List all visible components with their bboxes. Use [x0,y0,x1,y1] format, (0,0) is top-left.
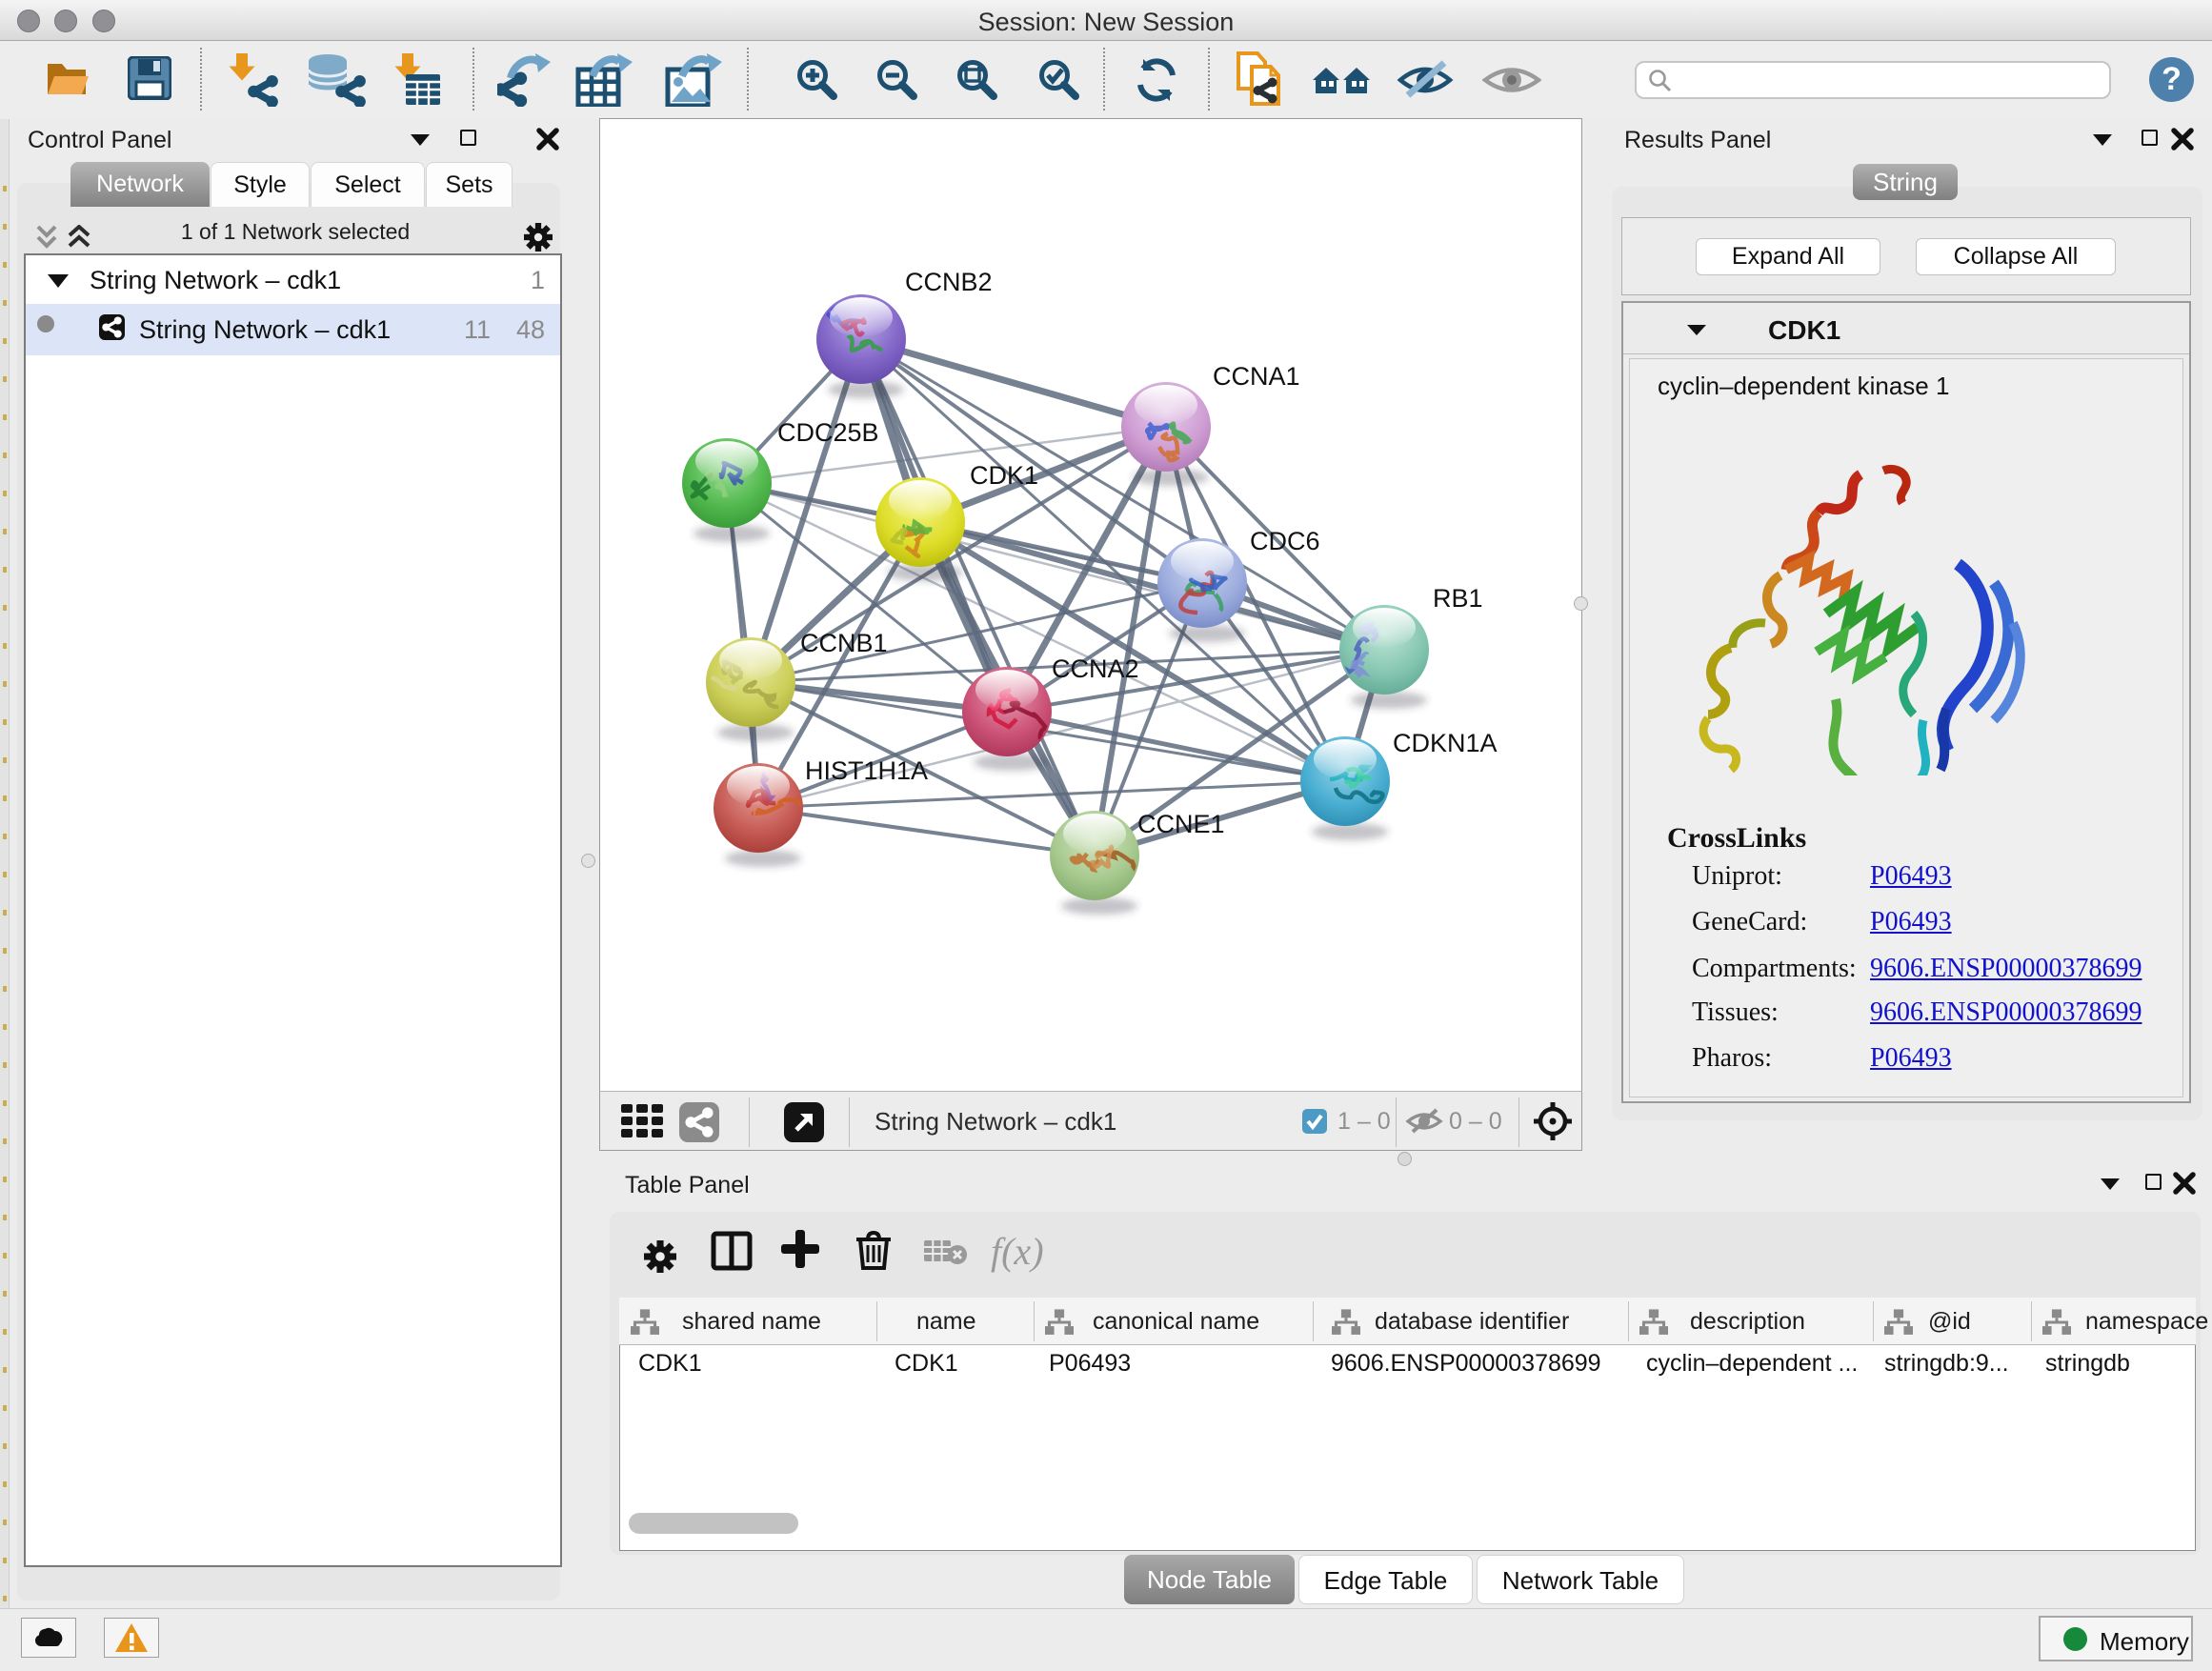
svg-text:CCNE1: CCNE1 [1137,810,1225,838]
svg-text:CCNB2: CCNB2 [905,268,993,296]
svg-text:CDC25B: CDC25B [777,418,879,447]
svg-text:CCNA1: CCNA1 [1213,362,1300,391]
svg-text:CCNB1: CCNB1 [800,629,888,657]
svg-text:HIST1H1A: HIST1H1A [805,756,928,785]
svg-text:CDC6: CDC6 [1250,527,1320,555]
svg-text:CDKN1A: CDKN1A [1393,729,1498,757]
svg-text:CDK1: CDK1 [970,461,1038,490]
svg-text:CCNA2: CCNA2 [1052,654,1139,683]
svg-text:RB1: RB1 [1433,584,1483,613]
